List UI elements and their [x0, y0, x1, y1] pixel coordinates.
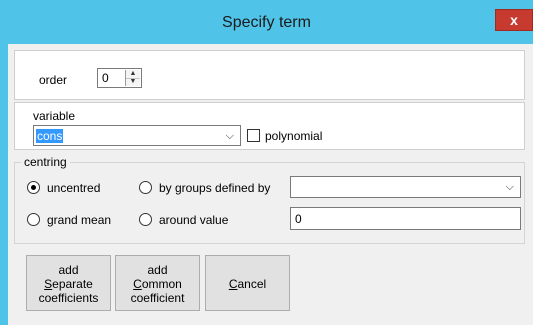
- uncentred-radio[interactable]: [27, 181, 40, 194]
- spin-down-icon[interactable]: ▼: [126, 78, 140, 86]
- polynomial-checkbox[interactable]: [247, 129, 260, 142]
- common-line3: coefficient: [130, 291, 185, 305]
- groups-select[interactable]: ⌵: [290, 176, 521, 198]
- add-common-coefficient-button[interactable]: add Common coefficient: [115, 255, 200, 311]
- grand-mean-label[interactable]: grand mean: [47, 213, 111, 227]
- window-title: Specify term: [222, 14, 311, 31]
- order-spinner[interactable]: 0 ▲ ▼: [97, 68, 142, 88]
- order-panel: order 0 ▲ ▼: [14, 50, 525, 100]
- centring-title: centring: [21, 155, 70, 169]
- spinner-buttons: ▲ ▼: [125, 70, 140, 86]
- close-button[interactable]: x: [495, 9, 533, 31]
- by-groups-label[interactable]: by groups defined by: [159, 181, 270, 195]
- add-separate-coefficients-button[interactable]: add Separate coefficients: [26, 255, 111, 311]
- centring-group: centring uncentred by groups defined by …: [14, 155, 525, 244]
- chevron-down-icon: ⌵: [505, 181, 514, 193]
- separate-line1: add: [58, 263, 79, 277]
- common-line2: ommon: [141, 277, 182, 291]
- variable-panel: variable cons ⌵ polynomial: [14, 102, 525, 150]
- separate-line2: eparate: [52, 277, 93, 291]
- around-value-label[interactable]: around value: [159, 213, 228, 227]
- cancel-label: ancel: [237, 277, 267, 291]
- variable-select[interactable]: cons ⌵: [33, 125, 241, 146]
- around-value-text: 0: [295, 212, 302, 226]
- variable-label: variable: [33, 109, 76, 123]
- order-label: order: [39, 73, 68, 87]
- order-value: 0: [102, 71, 109, 85]
- common-accel: C: [133, 277, 142, 291]
- separate-accel: S: [44, 277, 53, 291]
- separate-line3: coefficients: [38, 291, 99, 305]
- polynomial-label[interactable]: polynomial: [265, 129, 322, 143]
- around-value-radio[interactable]: [139, 213, 152, 226]
- chevron-down-icon: ⌵: [225, 130, 234, 142]
- cancel-button[interactable]: Cancel: [205, 255, 290, 311]
- uncentred-label[interactable]: uncentred: [47, 181, 100, 195]
- variable-value: cons: [36, 129, 64, 143]
- title-bar[interactable]: Specify term x: [0, 0, 533, 44]
- around-value-input[interactable]: 0: [290, 207, 521, 230]
- grand-mean-radio[interactable]: [27, 213, 40, 226]
- button-bar: add Separate coefficients add Common coe…: [8, 245, 525, 315]
- common-line1: add: [147, 263, 168, 277]
- dialog-window: Specify term x order 0 ▲ ▼ variable cons…: [0, 0, 533, 325]
- by-groups-radio[interactable]: [139, 181, 152, 194]
